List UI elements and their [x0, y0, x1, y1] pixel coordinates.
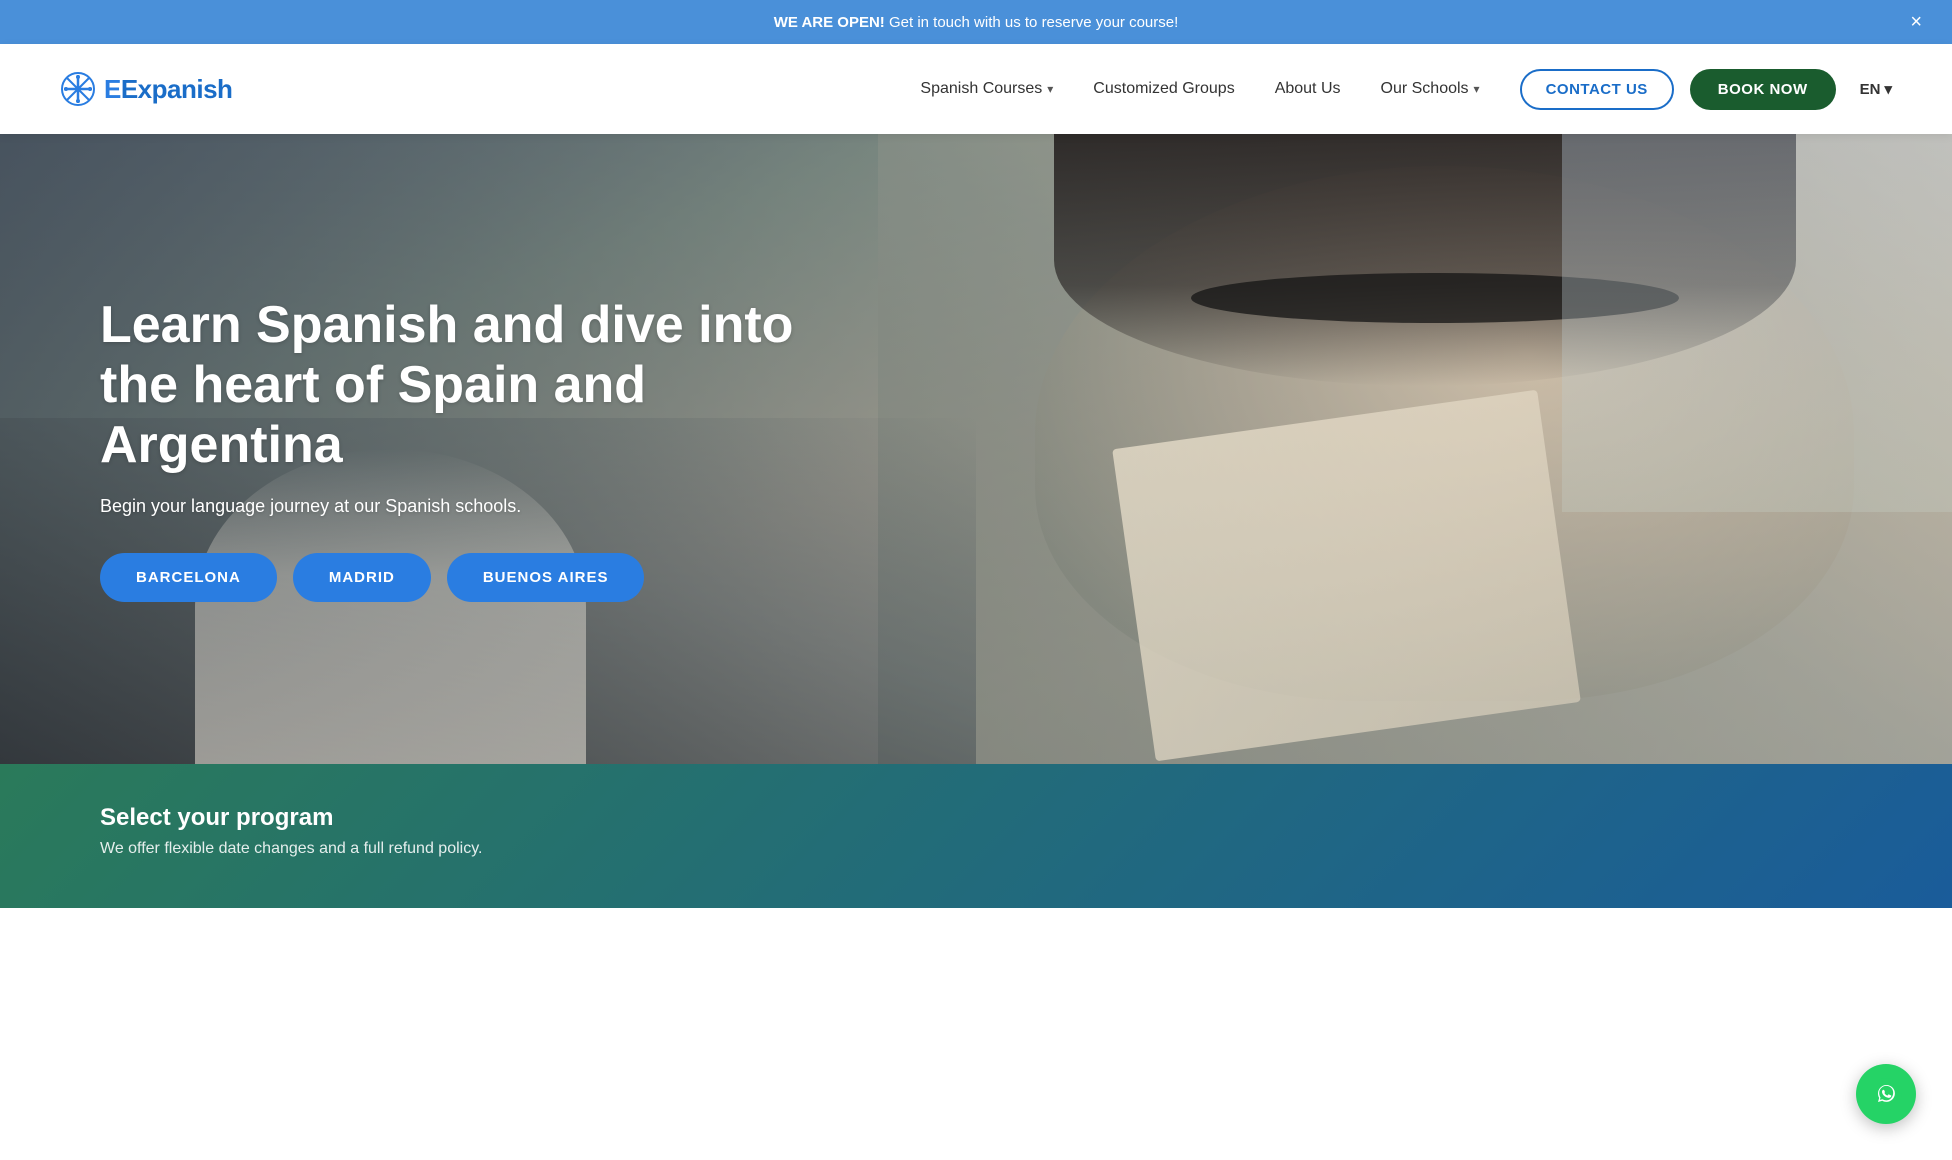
hero-title: Learn Spanish and dive into the heart of…: [100, 296, 800, 475]
program-subtext: We offer flexible date changes and a ful…: [100, 840, 1852, 858]
barcelona-button[interactable]: BARCELONA: [100, 553, 277, 602]
nav-link-spanish-courses[interactable]: Spanish Courses ▾: [920, 80, 1053, 98]
close-announcement-button[interactable]: ×: [1910, 12, 1922, 32]
announcement-body: Get in touch with us to reserve your cou…: [889, 14, 1178, 31]
madrid-button[interactable]: MADRID: [293, 553, 431, 602]
hero-section: Learn Spanish and dive into the heart of…: [0, 134, 1952, 764]
logo-text: EExpanish: [104, 74, 232, 105]
nav-item-our-schools[interactable]: Our Schools ▾: [1381, 80, 1480, 98]
nav-item-spanish-courses[interactable]: Spanish Courses ▾: [920, 80, 1053, 98]
main-nav: EExpanish Spanish Courses ▾ Customized G…: [0, 44, 1952, 134]
logo[interactable]: EExpanish: [60, 71, 232, 107]
lang-chevron-icon: ▾: [1884, 80, 1892, 98]
book-now-button[interactable]: BOOK NOW: [1690, 69, 1836, 110]
whatsapp-icon: [1870, 1078, 1902, 1110]
hero-buttons: BARCELONA MADRID BUENOS AIRES: [100, 553, 1852, 602]
announcement-bar: WE ARE OPEN! Get in touch with us to res…: [0, 0, 1952, 44]
nav-actions: CONTACT US BOOK NOW EN ▾: [1520, 69, 1892, 110]
nav-link-customized-groups[interactable]: Customized Groups: [1093, 80, 1234, 98]
logo-icon: [60, 71, 96, 107]
chevron-down-icon: ▾: [1047, 82, 1053, 96]
language-selector[interactable]: EN ▾: [1860, 80, 1892, 98]
buenos-aires-button[interactable]: BUENOS AIRES: [447, 553, 645, 602]
hero-subtitle: Begin your language journey at our Spani…: [100, 496, 1852, 517]
nav-item-customized-groups[interactable]: Customized Groups: [1093, 80, 1234, 98]
program-heading: Select your program: [100, 804, 1852, 832]
hero-content: Learn Spanish and dive into the heart of…: [0, 134, 1952, 764]
program-section: Select your program We offer flexible da…: [0, 764, 1952, 908]
whatsapp-button[interactable]: [1856, 1064, 1916, 1124]
contact-us-button[interactable]: CONTACT US: [1520, 69, 1674, 110]
nav-link-about-us[interactable]: About Us: [1275, 80, 1341, 98]
announcement-text: WE ARE OPEN! Get in touch with us to res…: [774, 14, 1179, 31]
announcement-bold: WE ARE OPEN!: [774, 14, 885, 31]
lang-label: EN: [1860, 81, 1881, 98]
nav-links: Spanish Courses ▾ Customized Groups Abou…: [920, 80, 1479, 98]
nav-link-our-schools[interactable]: Our Schools ▾: [1381, 80, 1480, 98]
chevron-down-icon-schools: ▾: [1474, 82, 1480, 96]
nav-item-about-us[interactable]: About Us: [1275, 80, 1341, 98]
